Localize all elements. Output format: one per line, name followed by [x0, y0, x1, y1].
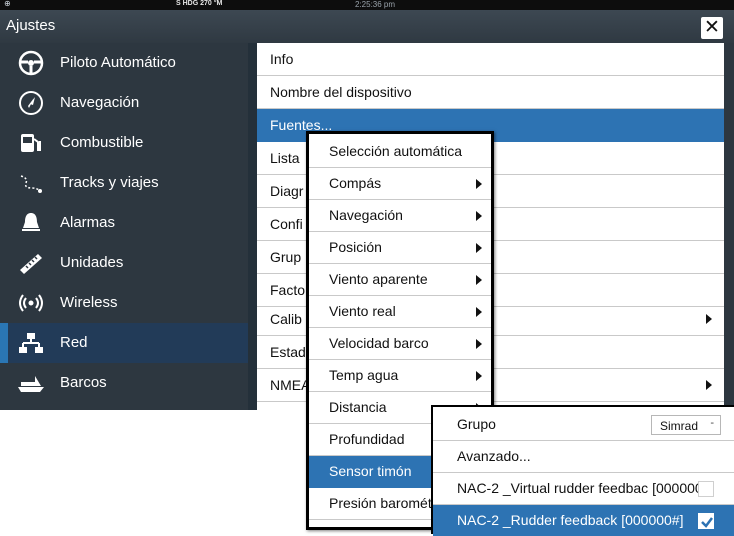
menu-item-apparent-wind[interactable]: Viento aparente: [309, 264, 491, 296]
sidebar-item-autopilot[interactable]: Piloto Automático: [0, 43, 248, 83]
track-icon: [17, 169, 45, 197]
boat-icon: [17, 369, 45, 397]
menu-item-compass[interactable]: Compás: [309, 168, 491, 200]
sidebar-item-alarms[interactable]: Alarmas: [0, 203, 248, 243]
rudder-sensor-popup-menu: Grupo Simrad - Avanzado... NAC-2 _Virtua…: [431, 405, 734, 536]
chevron-right-icon: [476, 339, 482, 349]
menu-item-boat-speed[interactable]: Velocidad barco: [309, 328, 491, 360]
compass-icon: [17, 89, 45, 117]
list-item-label: NMEA: [270, 377, 311, 393]
list-item-label: Estad: [270, 344, 306, 360]
sidebar-item-wireless[interactable]: Wireless: [0, 283, 248, 323]
list-item-label: Lista: [270, 150, 300, 166]
chevron-right-icon: [476, 371, 482, 381]
menu-item-label: Compás: [329, 175, 382, 191]
menu-item-device-virtual-rudder[interactable]: NAC-2 _Virtual rudder feedbac [000000#]: [433, 473, 734, 505]
menu-item-label: Avanzado...: [457, 448, 531, 464]
device-checkbox[interactable]: [698, 513, 714, 529]
chevron-right-icon: [476, 275, 482, 285]
list-item-label: Facto: [270, 282, 306, 298]
menu-item-label: Distancia: [329, 399, 387, 415]
sidebar-item-label: Alarmas: [60, 214, 116, 231]
list-item-label: Grup: [270, 249, 302, 265]
bell-icon: [17, 209, 45, 237]
menu-item-position[interactable]: Posición: [309, 232, 491, 264]
menu-item-advanced[interactable]: Avanzado...: [433, 441, 734, 473]
close-button[interactable]: ✕: [701, 17, 723, 39]
sidebar-divider: [248, 43, 257, 410]
menu-item-label: Navegación: [329, 207, 403, 223]
sidebar-item-label: Red: [60, 334, 88, 351]
list-item-label: Info: [270, 51, 294, 67]
device-checkbox[interactable]: [698, 481, 714, 497]
clock: 2:25:36 pm: [355, 0, 396, 9]
list-item-label: Calib: [270, 311, 302, 327]
chevron-right-icon: [476, 307, 482, 317]
chevron-right-icon: [706, 314, 712, 324]
sidebar-item-boats[interactable]: Barcos: [0, 363, 248, 403]
caret-icon: -: [710, 417, 714, 429]
menu-item-label: Velocidad barco: [329, 335, 429, 351]
chevron-right-icon: [476, 179, 482, 189]
group-row: Grupo Simrad -: [433, 409, 734, 441]
device-label: NAC-2 _Virtual rudder feedbac [000000#]: [457, 480, 715, 496]
chevron-right-icon: [706, 380, 712, 390]
sidebar: Piloto Automático Navegación Combustible…: [0, 43, 248, 410]
page-title: Ajustes: [6, 17, 56, 34]
menu-item-device-rudder-feedback[interactable]: NAC-2 _Rudder feedback [000000#]: [433, 505, 734, 536]
menu-item-label: Profundidad: [329, 431, 405, 447]
group-dropdown-value: Simrad: [660, 419, 699, 433]
sidebar-item-label: Navegación: [60, 94, 140, 111]
menu-item-label: Selección automática: [329, 143, 463, 159]
sidebar-item-label: Tracks y viajes: [60, 174, 159, 191]
menu-item-auto-select[interactable]: Selección automática: [309, 136, 491, 168]
list-item-label: Nombre del dispositivo: [270, 84, 412, 100]
heading-readout: S HDG 270 °M: [176, 0, 223, 7]
menu-item-label: Posición: [329, 239, 382, 255]
network-icon: [17, 329, 45, 357]
chevron-right-icon: [476, 243, 482, 253]
menu-item-label: Sensor timón: [329, 463, 412, 479]
device-label: NAC-2 _Rudder feedback [000000#]: [457, 512, 684, 528]
sidebar-item-label: Barcos: [60, 374, 107, 391]
menu-item-label: Viento real: [329, 303, 396, 319]
menu-item-label: Temp agua: [329, 367, 399, 383]
list-item-label: Diagr: [270, 183, 304, 199]
fuel-pump-icon: [17, 129, 45, 157]
sidebar-item-label: Combustible: [60, 134, 144, 151]
sidebar-item-navigation[interactable]: Navegación: [0, 83, 248, 123]
sidebar-item-network[interactable]: Red: [0, 323, 248, 363]
sidebar-item-fuel[interactable]: Combustible: [0, 123, 248, 163]
title-bar: [0, 10, 734, 43]
sidebar-item-label: Wireless: [60, 294, 118, 311]
group-label: Grupo: [457, 416, 496, 432]
sidebar-item-label: Piloto Automático: [60, 54, 176, 71]
scrollbar[interactable]: [724, 43, 734, 410]
list-item-label: Confi: [270, 216, 303, 232]
ruler-icon: [17, 249, 45, 277]
menu-item-navigation[interactable]: Navegación: [309, 200, 491, 232]
menu-item-water-temp[interactable]: Temp agua: [309, 360, 491, 392]
menu-item-true-wind[interactable]: Viento real: [309, 296, 491, 328]
steering-wheel-icon: [17, 49, 45, 77]
chevron-right-icon: [476, 211, 482, 221]
gps-status-icon: ⊕: [4, 0, 11, 8]
sidebar-item-label: Unidades: [60, 254, 124, 271]
list-item-device-name[interactable]: Nombre del dispositivo: [257, 76, 724, 109]
sidebar-item-tracks[interactable]: Tracks y viajes: [0, 163, 248, 203]
selection-accent: [0, 323, 8, 363]
checkmark-icon: [701, 517, 713, 528]
sidebar-item-units[interactable]: Unidades: [0, 243, 248, 283]
menu-item-label: Viento aparente: [329, 271, 428, 287]
group-dropdown[interactable]: Simrad -: [651, 415, 721, 435]
list-item-info[interactable]: Info: [257, 43, 724, 76]
wireless-icon: [17, 289, 45, 317]
